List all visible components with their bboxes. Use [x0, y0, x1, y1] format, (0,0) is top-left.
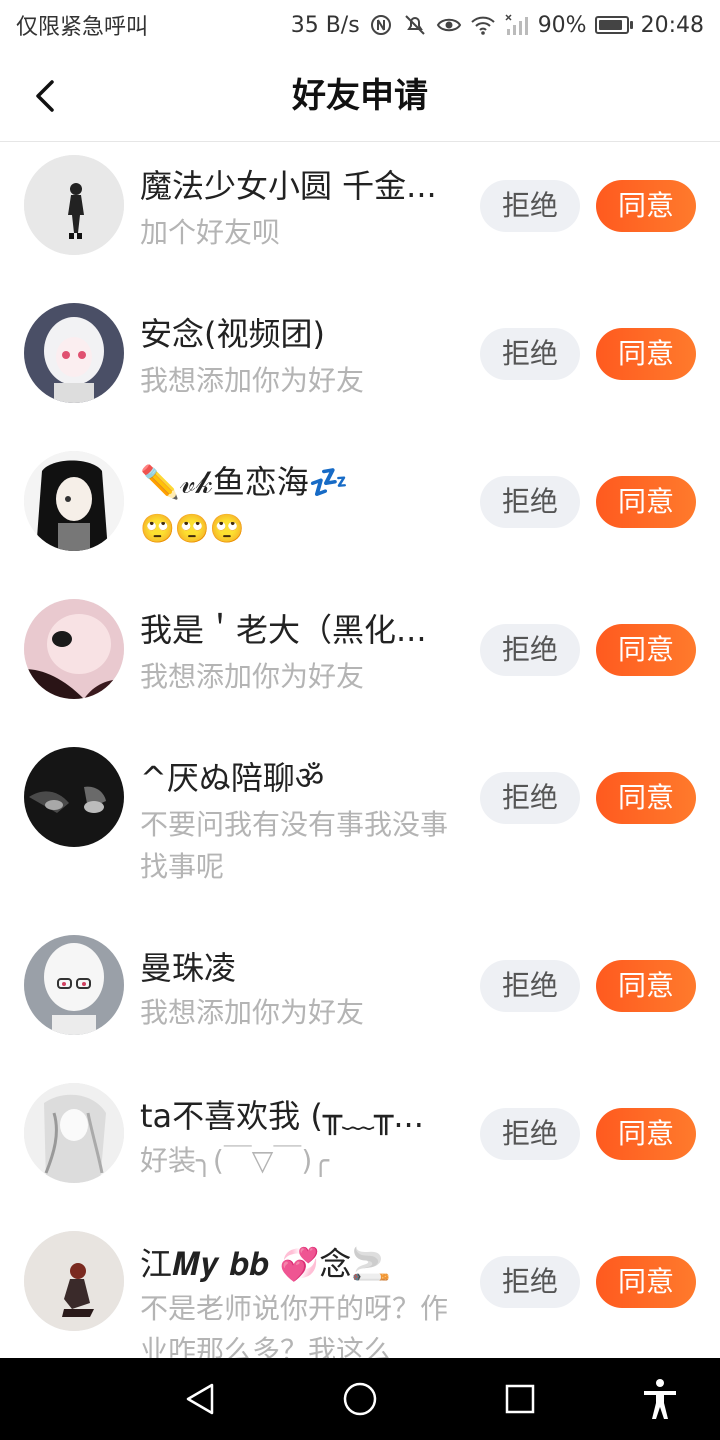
- reject-button[interactable]: 拒绝: [480, 1108, 580, 1160]
- reject-button[interactable]: 拒绝: [480, 476, 580, 528]
- request-message: 好装╮(￣▽￣)╭: [140, 1144, 330, 1177]
- request-message: 我想添加你为好友: [140, 364, 365, 397]
- avatar[interactable]: [24, 155, 124, 255]
- accept-button[interactable]: 同意: [596, 772, 696, 824]
- accept-button[interactable]: 同意: [596, 624, 696, 676]
- list-item: 我是＇老大（黑化... 我想添加你为好友 拒绝 同意: [0, 586, 720, 734]
- request-message: 我想添加你为好友: [140, 660, 365, 693]
- recents-square-icon[interactable]: [496, 1375, 544, 1423]
- list-item: 安念(视频团) 我想添加你为好友 拒绝 同意: [0, 290, 720, 438]
- status-bar: 仅限紧急呼叫 35 B/s 90% 20:48: [0, 0, 720, 50]
- avatar[interactable]: [24, 935, 124, 1035]
- request-name: ✏️𝓋𝓀鱼恋海💤: [140, 463, 349, 501]
- mute-icon: [402, 12, 428, 38]
- list-item: 魔法少女小圆 千金... 加个好友呗 拒绝 同意: [0, 142, 720, 290]
- network-speed: 35 B/s: [290, 12, 360, 38]
- request-name: 安念(视频团): [140, 315, 325, 353]
- request-name: 我是＇老大（黑化...: [140, 611, 427, 649]
- eye-icon: [436, 12, 462, 38]
- avatar[interactable]: [24, 1083, 124, 1183]
- avatar[interactable]: [24, 599, 124, 699]
- page-title: 好友申请: [292, 76, 428, 116]
- battery-percent: 90%: [537, 12, 587, 38]
- avatar[interactable]: [24, 451, 124, 551]
- reject-button[interactable]: 拒绝: [480, 1256, 580, 1308]
- request-name: 江𝑴𝒚 𝒃𝒃 💞念🚬: [140, 1245, 392, 1283]
- request-message: 不要问我有没有事我没事找事呢: [140, 808, 449, 883]
- carrier-label: 仅限紧急呼叫: [16, 15, 149, 40]
- reject-button[interactable]: 拒绝: [480, 328, 580, 380]
- list-item: ta不喜欢我 (╥﹏╥... 好装╮(￣▽￣)╭ 拒绝 同意: [0, 1072, 720, 1220]
- accept-button[interactable]: 同意: [596, 328, 696, 380]
- avatar[interactable]: [24, 303, 124, 403]
- accessibility-icon[interactable]: [636, 1375, 684, 1423]
- accept-button[interactable]: 同意: [596, 960, 696, 1012]
- accept-button[interactable]: 同意: [596, 476, 696, 528]
- request-name: ta不喜欢我 (╥﹏╥...: [140, 1097, 424, 1135]
- clock: 20:48: [640, 12, 704, 38]
- request-name: ^厌ぬ陪聊ॐ: [140, 759, 324, 797]
- accept-button[interactable]: 同意: [596, 180, 696, 232]
- reject-button[interactable]: 拒绝: [480, 772, 580, 824]
- accept-button[interactable]: 同意: [596, 1108, 696, 1160]
- request-message: 我想添加你为好友: [140, 996, 365, 1029]
- reject-button[interactable]: 拒绝: [480, 624, 580, 676]
- reject-button[interactable]: 拒绝: [480, 180, 580, 232]
- request-message: 🙄🙄🙄: [140, 512, 245, 545]
- home-circle-icon[interactable]: [336, 1375, 384, 1423]
- list-item: ✏️𝓋𝓀鱼恋海💤 🙄🙄🙄 拒绝 同意: [0, 438, 720, 586]
- back-triangle-icon[interactable]: [176, 1375, 224, 1423]
- request-name: 魔法少女小圆 千金...: [140, 167, 437, 205]
- accept-button[interactable]: 同意: [596, 1256, 696, 1308]
- request-name: 曼珠凌: [140, 949, 237, 987]
- battery-icon: [594, 16, 633, 34]
- reject-button[interactable]: 拒绝: [480, 960, 580, 1012]
- nfc-icon: [368, 12, 394, 38]
- system-nav-bar: [0, 1358, 720, 1440]
- wifi-icon: [470, 12, 496, 38]
- list-item: ^厌ぬ陪聊ॐ 不要问我有没有事我没事找事呢 拒绝 同意: [0, 734, 720, 924]
- avatar[interactable]: [24, 1231, 124, 1331]
- avatar[interactable]: [24, 747, 124, 847]
- request-message: 不是老师说你开的呀？作业咋那么多？我这么: [140, 1292, 449, 1358]
- list-item: 曼珠凌 我想添加你为好友 拒绝 同意: [0, 924, 720, 1072]
- list-item: 江𝑴𝒚 𝒃𝒃 💞念🚬 不是老师说你开的呀？作业咋那么多？我这么 拒绝 同意: [0, 1220, 720, 1358]
- friend-request-list[interactable]: 魔法少女小圆 千金... 加个好友呗 拒绝 同意 安念(视频团) 我想添加你为好…: [0, 142, 720, 1358]
- status-icons: 35 B/s 90% 20:48: [291, 12, 704, 38]
- header: 好友申请: [0, 50, 720, 142]
- signal-icon: [504, 12, 530, 38]
- request-message: 加个好友呗: [140, 216, 281, 249]
